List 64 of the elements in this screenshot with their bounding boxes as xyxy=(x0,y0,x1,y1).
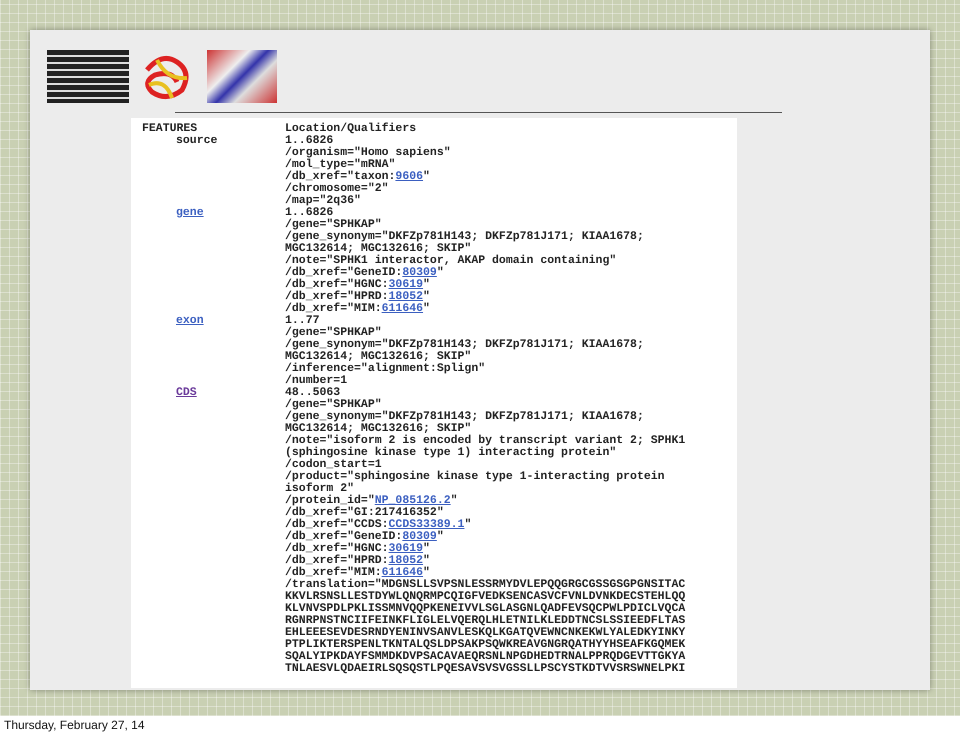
qualifier-line: PTPLIKTERSPENLTKNTALQSLDPSAKPSQWKREAVGNGRQATHYYHSEAFKGQMEK xyxy=(285,639,686,651)
qualifier-line: /db_xref="MIM:611646" xyxy=(285,567,430,579)
protein-surface-image xyxy=(207,50,277,103)
qualifier-line: /gene_synonym="DKFZp781H143; DKFZp781J171; KIAA1678; xyxy=(285,231,644,243)
slide-date: Thursday, February 27, 14 xyxy=(4,718,145,732)
qualifier-line: MGC132614; MGC132616; SKIP" xyxy=(285,243,472,255)
xref-link[interactable]: 9606 xyxy=(395,170,424,183)
qualifier-line: /db_xref="HGNC:30619" xyxy=(285,543,431,555)
qualifier-line: /gene_synonym="DKFZp781H143; DKFZp781J171; KIAA1678; xyxy=(285,411,645,423)
qualifier-line: /product="sphingosine kinase type 1-interacting protein xyxy=(285,471,666,483)
feature-location: 1..6826 xyxy=(285,207,334,219)
qualifier-line: /codon_start=1 xyxy=(285,459,382,471)
qualifier-line: /gene="SPHKAP" xyxy=(285,399,382,411)
qualifier-line: /mol_type="mRNA" xyxy=(285,159,396,171)
column-heading: Location/Qualifiers xyxy=(285,123,416,135)
xref-link[interactable]: 30619 xyxy=(388,278,424,291)
qualifier-line: /protein_id="NP_085126.2" xyxy=(285,495,459,507)
feature-link[interactable]: gene xyxy=(176,206,204,219)
xref-link[interactable]: CCDS33389.1 xyxy=(388,518,464,531)
qualifier-line: (sphingosine kinase type 1) interacting protein" xyxy=(285,447,618,459)
xref-link[interactable]: 18052 xyxy=(388,290,424,303)
feature-location: 1..6826 xyxy=(285,135,334,147)
qualifier-line: MGC132614; MGC132616; SKIP" xyxy=(285,423,472,435)
xref-link[interactable]: 611646 xyxy=(382,566,424,579)
qualifier-line: TNLAESVLQDAEIRLSQSQSTLPQESAVSVSVGSSLLPSCYSTKDTVVSRSWNELPKI xyxy=(285,663,686,675)
qualifier-line: KKVLRSNSLLESTDYWLQNQRMPCQIGFVEDKSENCASVCFVNLDVNKDECSTEHLQQ xyxy=(285,591,686,603)
qualifier-line: /db_xref="HPRD:18052" xyxy=(285,555,431,567)
qualifier-line: /db_xref="MIM:611646" xyxy=(285,303,431,315)
qualifier-line: /db_xref="taxon:9606" xyxy=(285,171,431,183)
xref-link[interactable]: 80309 xyxy=(402,266,437,279)
qualifier-line: /inference="alignment:Splign" xyxy=(285,363,486,375)
qualifier-line: /translation="MDGNSLLSVPSNLESSRMYDVLEPQQGRGCGSSGSGPGNSITAC xyxy=(285,579,686,591)
qualifier-line: /note="SPHK1 interactor, AKAP domain containing" xyxy=(285,255,618,267)
qualifier-line: /db_xref="HGNC:30619" xyxy=(285,279,431,291)
qualifier-line: /gene="SPHKAP" xyxy=(285,327,382,339)
xref-link[interactable]: 18052 xyxy=(388,554,424,567)
qualifier-line: /map="2q36" xyxy=(285,195,362,207)
qualifier-line: KLVNVSPDLPKLISSMNVQQPKENEIVVLSGLASGNLQADFEVSQCPWLPDICLVQCA xyxy=(285,603,686,615)
feature-location: 48..5063 xyxy=(285,387,340,399)
qualifier-line: /gene="SPHKAP" xyxy=(285,219,382,231)
qualifier-line: /note="isoform 2 is encoded by transcript variant 2; SPHK1 xyxy=(285,435,686,447)
qualifier-line: /db_xref="GeneID:80309" xyxy=(285,267,445,279)
qualifier-line: /chromosome="2" xyxy=(285,183,390,195)
qualifier-line: /organism="Homo sapiens" xyxy=(285,147,451,159)
qualifier-line: /number=1 xyxy=(285,375,348,387)
qualifier-line: /db_xref="CCDS:CCDS33389.1" xyxy=(285,519,472,531)
xref-link[interactable]: 611646 xyxy=(382,302,424,315)
qualifier-line: isoform 2" xyxy=(285,483,354,495)
qualifier-line: EHLEEESEVDESRNDYENINVSANVLESKQLKGATQVEWNCNKEKWLYALEDKYINKY xyxy=(285,627,686,639)
qualifier-line: /db_xref="HPRD:18052" xyxy=(285,291,431,303)
feature-key: source xyxy=(176,134,218,147)
qualifier-line: SQALYIPKDAYFSMMDKDVPSACAVAEQRSNLNPGDHEDTRNALPPRQDGEVTTGKYA xyxy=(285,651,686,663)
qualifier-line: MGC132614; MGC132616; SKIP" xyxy=(285,351,472,363)
xref-link[interactable]: 80309 xyxy=(402,530,437,543)
qualifier-line: RGNRPNSTNCIIFEINKFLIGLELVQERQLHLETNILKLEDDTNCSLSSIEEDFLTAS xyxy=(285,615,686,627)
qualifier-line: /db_xref="GI:217416352" xyxy=(285,507,445,519)
feature-link[interactable]: exon xyxy=(176,314,204,327)
qualifier-line: /gene_synonym="DKFZp781H143; DKFZp781J171; KIAA1678; xyxy=(285,339,644,351)
xref-link[interactable]: NP_085126.2 xyxy=(374,494,451,507)
features-heading: FEATURES xyxy=(142,123,198,135)
feature-link[interactable]: CDS xyxy=(176,386,197,399)
xref-link[interactable]: 30619 xyxy=(388,542,424,555)
feature-location: 1..77 xyxy=(285,315,320,327)
qualifier-line: /db_xref="GeneID:80309" xyxy=(285,531,445,543)
